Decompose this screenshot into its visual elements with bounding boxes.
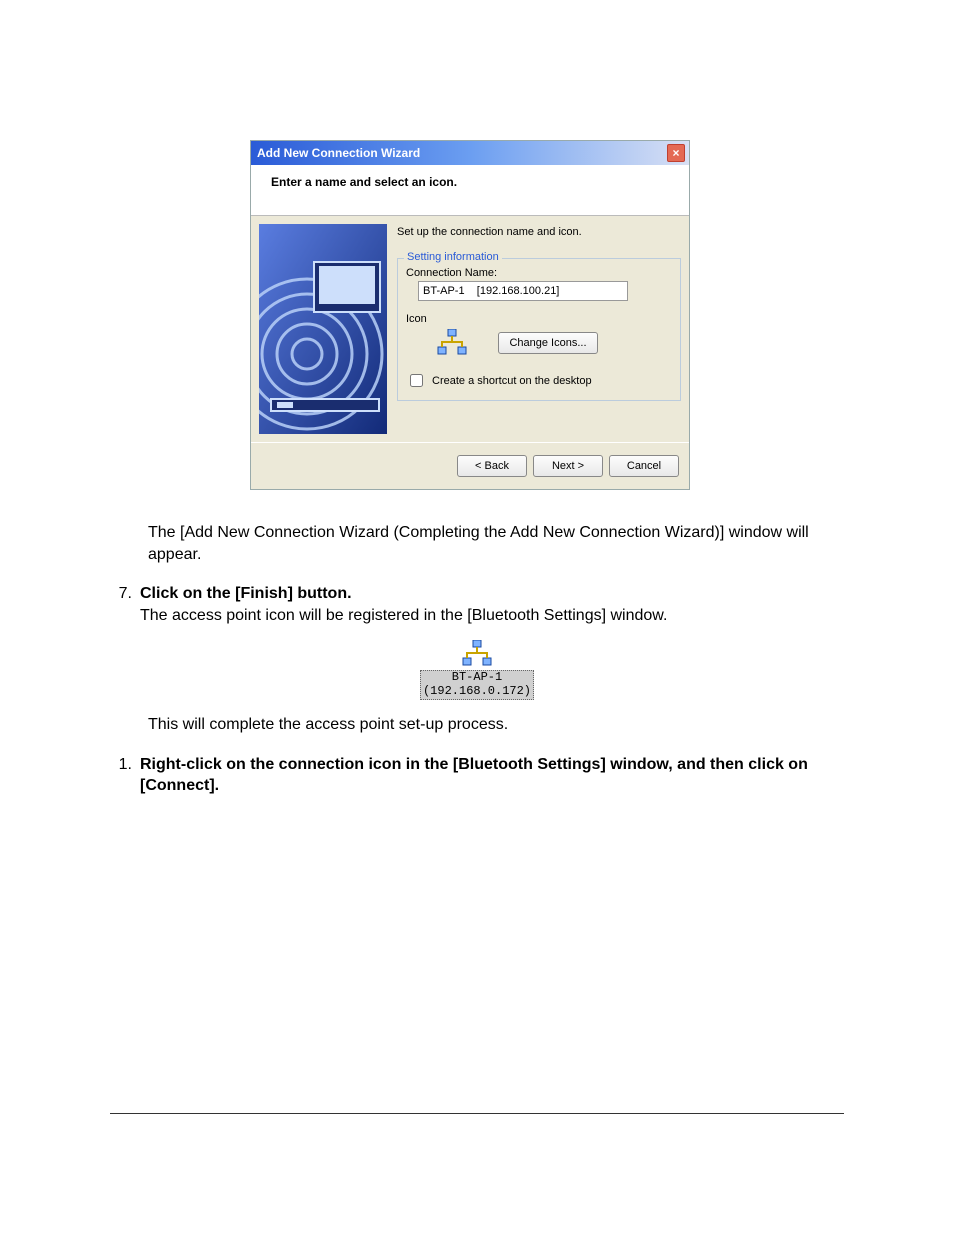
paragraph: This will complete the access point set-… [148, 714, 844, 736]
step-number: 1. [110, 754, 132, 797]
step-number: 7. [110, 583, 132, 626]
registered-ip: (192.168.0.172) [423, 684, 531, 698]
step-body-text: The access point icon will be registered… [140, 607, 667, 624]
setting-information-group: Setting information Connection Name: Ico… [397, 258, 681, 401]
desktop-shortcut-checkbox[interactable] [410, 374, 423, 387]
desktop-shortcut-option[interactable]: Create a shortcut on the desktop [406, 371, 672, 390]
instruction-text: Set up the connection name and icon. [397, 226, 681, 238]
close-icon[interactable]: × [667, 144, 685, 162]
network-icon [461, 640, 493, 668]
wizard-footer: < Back Next > Cancel [251, 442, 689, 489]
back-button[interactable]: < Back [457, 455, 527, 477]
cancel-button[interactable]: Cancel [609, 455, 679, 477]
desktop-shortcut-label: Create a shortcut on the desktop [432, 375, 592, 387]
connection-name-label: Connection Name: [406, 267, 672, 279]
paragraph: The [Add New Connection Wizard (Completi… [148, 522, 844, 565]
connection-name-input[interactable] [418, 281, 628, 301]
page-divider [110, 1113, 844, 1114]
wizard-header: Enter a name and select an icon. [251, 165, 689, 216]
fieldset-legend: Setting information [404, 251, 502, 263]
step-title: Click on the [Finish] button. [140, 585, 352, 602]
wizard-illustration [259, 224, 387, 434]
registered-icon: BT-AP-1 (192.168.0.172) [412, 640, 542, 700]
icon-label: Icon [406, 313, 672, 325]
titlebar: Add New Connection Wizard × [251, 141, 689, 165]
window-title: Add New Connection Wizard [257, 146, 420, 160]
step-title: Right-click on the connection icon in th… [140, 756, 808, 795]
registered-name: BT-AP-1 [452, 670, 502, 684]
wizard-dialog: Add New Connection Wizard × Enter a name… [250, 140, 690, 490]
next-button[interactable]: Next > [533, 455, 603, 477]
network-icon [436, 329, 468, 357]
change-icons-button[interactable]: Change Icons... [498, 332, 598, 354]
